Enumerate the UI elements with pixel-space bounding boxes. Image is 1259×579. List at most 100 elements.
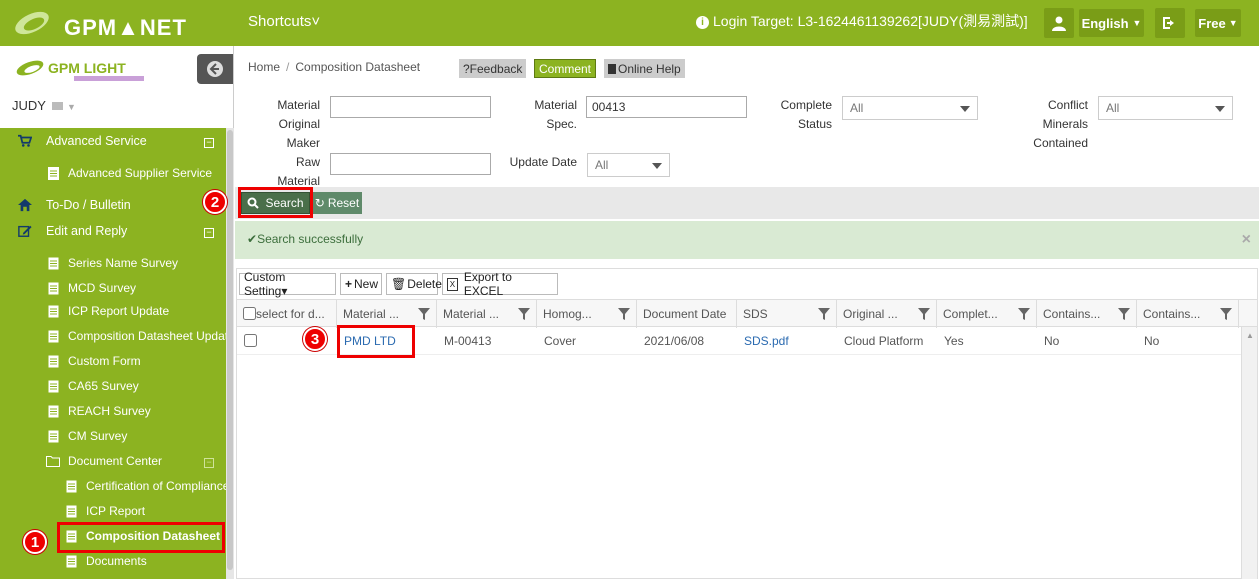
chevron-down-icon: ▼: [66, 102, 76, 112]
sidebar-item-edit-and-reply[interactable]: Edit and Reply: [18, 224, 127, 238]
login-target-text: Login Target: L3-1624461139262[JUDY(測易測試…: [713, 13, 1028, 29]
column-header-homogeneous[interactable]: Homog...: [537, 300, 637, 328]
sidebar: GPM LIGHT JUDY ▼ Advanced Service − Adva…: [0, 46, 234, 579]
plus-icon: +: [345, 277, 353, 291]
conflict-minerals-label: Conflict Minerals Contained: [1033, 98, 1088, 150]
caret-down-icon: [960, 106, 970, 112]
column-header-sds[interactable]: SDS: [737, 300, 837, 328]
column-header-complete[interactable]: Complet...: [937, 300, 1037, 328]
document-icon: [46, 404, 60, 418]
sidebar-item-label: CA65 Survey: [68, 379, 139, 393]
step-3-badge: 3: [303, 327, 327, 351]
collapse-toggle[interactable]: −: [204, 138, 214, 148]
sidebar-item-icp-report[interactable]: ICP Report: [64, 504, 145, 518]
breadcrumb-current: Composition Datasheet: [295, 60, 421, 74]
breadcrumb-home[interactable]: Home: [248, 60, 280, 74]
document-icon: [46, 354, 60, 368]
comment-button[interactable]: Comment: [534, 59, 597, 78]
user-menu[interactable]: JUDY ▼: [12, 98, 76, 113]
column-header-label: Homog...: [543, 307, 592, 321]
material-spec-input[interactable]: [586, 96, 747, 118]
delete-label: Delete: [407, 277, 442, 291]
sds-link[interactable]: SDS.pdf: [737, 327, 837, 355]
column-header-original[interactable]: Original ...: [837, 300, 937, 328]
column-header-contains-2[interactable]: Contains...: [1137, 300, 1239, 328]
scroll-up-icon[interactable]: ▲: [1246, 331, 1254, 340]
collapse-toggle[interactable]: −: [204, 458, 214, 468]
filter-icon[interactable]: [818, 308, 830, 320]
collapse-sidebar-button[interactable]: [197, 54, 233, 84]
reset-button[interactable]: ↻ Reset: [312, 192, 362, 214]
filter-icon[interactable]: [918, 308, 930, 320]
filter-icon[interactable]: [518, 308, 530, 320]
sidebar-item-document-center[interactable]: Document Center: [46, 454, 162, 468]
complete-status-label: Complete Status: [780, 98, 832, 131]
book-icon: [608, 63, 616, 74]
select-all-checkbox[interactable]: [243, 307, 256, 320]
refresh-icon: ↻: [314, 196, 325, 210]
column-header-material-spec[interactable]: Material ...: [437, 300, 537, 328]
reset-label: Reset: [327, 196, 360, 210]
close-icon[interactable]: ×: [1242, 231, 1251, 249]
column-header-label: Contains...: [1143, 307, 1201, 321]
filter-icon[interactable]: [618, 308, 630, 320]
sidebar-item-custom-form[interactable]: Custom Form: [46, 354, 141, 368]
sidebar-item-todo-bulletin[interactable]: To-Do / Bulletin: [18, 198, 131, 212]
gpm-light-logo-icon: GPM LIGHT: [16, 60, 144, 81]
home-icon: [18, 198, 32, 212]
sidebar-item-composition-datasheet-update[interactable]: Composition Datasheet Update: [46, 329, 226, 343]
grid-scrollbar[interactable]: ▲: [1241, 327, 1257, 579]
conflict-minerals-select[interactable]: All: [1098, 96, 1233, 120]
new-button[interactable]: + New: [340, 273, 382, 295]
sidebar-item-advanced-supplier-service[interactable]: Advanced Supplier Service: [46, 166, 212, 180]
check-icon: ✔: [247, 232, 258, 246]
sidebar-scrollbar-thumb[interactable]: [227, 130, 233, 570]
user-button[interactable]: [1044, 8, 1074, 38]
sidebar-item-series-name-survey[interactable]: Series Name Survey: [46, 256, 178, 270]
conflict-minerals-value: All: [1106, 101, 1120, 115]
export-excel-button[interactable]: X Export to EXCEL: [442, 270, 558, 298]
collapse-toggle[interactable]: −: [204, 228, 214, 238]
sidebar-item-documents[interactable]: Documents: [64, 554, 147, 568]
filter-icon[interactable]: [1118, 308, 1130, 320]
sidebar-item-advanced-service[interactable]: Advanced Service: [18, 134, 147, 148]
logout-button[interactable]: [1155, 8, 1185, 38]
delete-button[interactable]: 🗑 Delete: [386, 273, 442, 295]
sidebar-item-icp-report-update[interactable]: ICP Report Update: [46, 304, 169, 318]
sidebar-item-reach-survey[interactable]: REACH Survey: [46, 404, 151, 418]
gpm-light-logo[interactable]: GPM LIGHT: [14, 56, 174, 84]
breadcrumb: Home / Composition Datasheet: [248, 60, 421, 74]
gpm-net-logo[interactable]: GPM▲NET: [12, 8, 186, 40]
sidebar-item-mcd-survey[interactable]: MCD Survey: [46, 281, 136, 295]
update-date-select[interactable]: All: [587, 153, 670, 177]
document-icon: [46, 256, 60, 270]
sidebar-item-certification-of-compliance[interactable]: Certification of Compliance: [64, 479, 226, 493]
leaf-logo-icon: [15, 11, 49, 35]
new-label: New: [354, 277, 379, 291]
sidebar-item-label: Series Name Survey: [68, 256, 179, 270]
raw-material-input[interactable]: [330, 153, 491, 175]
row-checkbox[interactable]: [244, 334, 257, 347]
excel-icon: X: [447, 277, 458, 291]
shortcuts-menu[interactable]: Shortcuts˅: [248, 13, 320, 30]
chevron-down-icon: ▼: [1132, 18, 1142, 28]
feedback-button[interactable]: ?Feedback: [459, 59, 527, 78]
complete-status-select[interactable]: All: [842, 96, 978, 120]
plan-dropdown[interactable]: Free ▼: [1195, 9, 1241, 37]
mail-icon: [52, 102, 64, 110]
column-header-material-original-maker[interactable]: Material ...: [337, 300, 437, 328]
filter-icon[interactable]: [1018, 308, 1030, 320]
column-header-contains-1[interactable]: Contains...: [1037, 300, 1137, 328]
column-header-document-date[interactable]: Document Date: [637, 300, 737, 328]
language-dropdown[interactable]: English ▼: [1079, 9, 1144, 37]
column-header-select[interactable]: select for d...: [237, 300, 337, 328]
filter-icon[interactable]: [418, 308, 430, 320]
edit-icon: [18, 224, 32, 238]
filter-icon[interactable]: [1220, 308, 1232, 320]
online-help-button[interactable]: Online Help: [604, 59, 685, 78]
sidebar-item-cm-survey[interactable]: CM Survey: [46, 429, 127, 443]
sidebar-item-ca65-survey[interactable]: CA65 Survey: [46, 379, 139, 393]
caret-down-icon: [1215, 106, 1225, 112]
custom-setting-button[interactable]: Custom Setting▾: [239, 270, 336, 298]
material-original-maker-input[interactable]: [330, 96, 491, 118]
